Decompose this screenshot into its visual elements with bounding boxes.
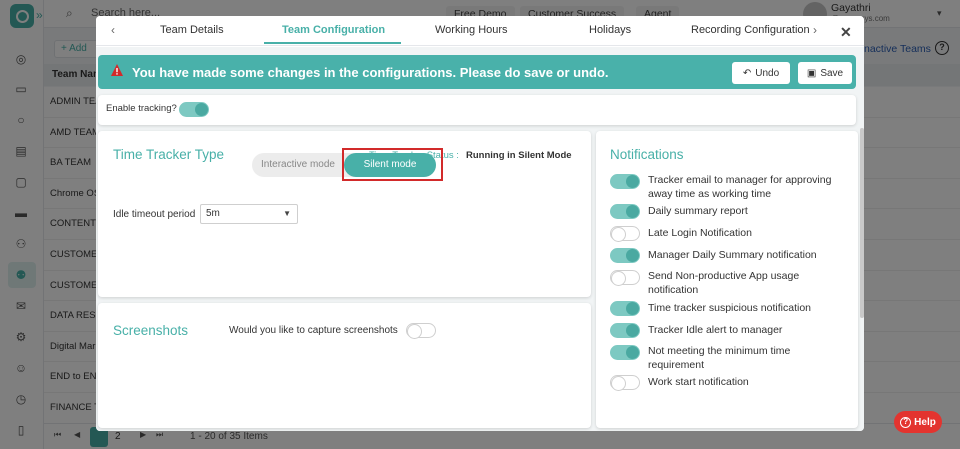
tracker-status-value: Running in Silent Mode bbox=[466, 150, 572, 161]
banner-message: You have made some changes in the config… bbox=[132, 65, 609, 80]
tab-holidays[interactable]: Holidays bbox=[589, 24, 631, 36]
enable-tracking-toggle[interactable] bbox=[179, 102, 209, 117]
warning-icon bbox=[111, 64, 123, 76]
undo-button[interactable]: ↶ Undo bbox=[732, 62, 790, 84]
notification-toggle[interactable] bbox=[610, 226, 640, 242]
notification-toggle[interactable] bbox=[610, 174, 640, 189]
unsaved-changes-banner: You have made some changes in the config… bbox=[98, 55, 856, 89]
tab-working-hours[interactable]: Working Hours bbox=[435, 24, 508, 36]
tab-team-configuration[interactable]: Team Configuration bbox=[282, 24, 385, 36]
time-tracker-title: Time Tracker Type bbox=[113, 147, 225, 162]
tab-bar: ‹ Team Details Team Configuration Workin… bbox=[96, 16, 864, 46]
notification-toggle[interactable] bbox=[610, 323, 640, 338]
screenshots-toggle[interactable] bbox=[406, 323, 436, 339]
tab-prev-icon[interactable]: ‹ bbox=[111, 23, 115, 37]
team-config-modal: ‹ Team Details Team Configuration Workin… bbox=[96, 16, 864, 431]
idle-timeout-label: Idle timeout period bbox=[113, 209, 196, 220]
scrollbar[interactable] bbox=[860, 128, 864, 318]
notification-toggle[interactable] bbox=[610, 270, 640, 286]
screenshots-question: Would you like to capture screenshots bbox=[229, 325, 398, 336]
notification-toggle[interactable] bbox=[610, 345, 640, 360]
notification-label: Time tracker suspicious notification bbox=[648, 302, 812, 314]
close-icon[interactable]: ✕ bbox=[840, 24, 852, 41]
notification-label: Send Non-productive App usage notificati… bbox=[648, 270, 800, 296]
undo-icon: ↶ bbox=[742, 67, 752, 79]
notification-toggle[interactable] bbox=[610, 248, 640, 263]
help-button[interactable]: ? Help bbox=[894, 411, 942, 433]
notification-label: Tracker Idle alert to manager bbox=[648, 324, 783, 336]
tab-next-icon[interactable]: › bbox=[813, 23, 817, 37]
active-tab-indicator bbox=[264, 42, 401, 44]
notification-label: Tracker email to manager for approving a… bbox=[648, 174, 832, 200]
chevron-down-icon: ▼ bbox=[283, 209, 291, 218]
tab-recording-configuration[interactable]: Recording Configuration bbox=[691, 24, 810, 36]
notification-toggle[interactable] bbox=[610, 301, 640, 316]
enable-tracking-label: Enable tracking? bbox=[106, 103, 177, 114]
highlight-annotation bbox=[342, 148, 443, 181]
save-icon: ▣ bbox=[806, 67, 817, 79]
notification-label: Late Login Notification bbox=[648, 227, 752, 239]
enable-tracking-card: Enable tracking? bbox=[98, 95, 856, 125]
save-button[interactable]: ▣ Save bbox=[798, 62, 852, 84]
notification-label: Manager Daily Summary notification bbox=[648, 249, 817, 261]
tab-team-details[interactable]: Team Details bbox=[160, 24, 224, 36]
interactive-mode-option[interactable]: Interactive mode bbox=[252, 153, 344, 177]
idle-timeout-select[interactable]: 5m ▼ bbox=[200, 204, 298, 224]
notifications-title: Notifications bbox=[610, 147, 684, 162]
question-icon: ? bbox=[900, 416, 912, 428]
notification-label: Work start notification bbox=[648, 376, 749, 388]
notification-label: Not meeting the minimum time requirement bbox=[648, 345, 791, 371]
screenshots-title: Screenshots bbox=[113, 323, 189, 338]
notification-toggle[interactable] bbox=[610, 375, 640, 391]
notification-toggle[interactable] bbox=[610, 204, 640, 219]
notification-label: Daily summary report bbox=[648, 205, 748, 217]
screenshots-card: Screenshots Would you like to capture sc… bbox=[98, 303, 591, 428]
